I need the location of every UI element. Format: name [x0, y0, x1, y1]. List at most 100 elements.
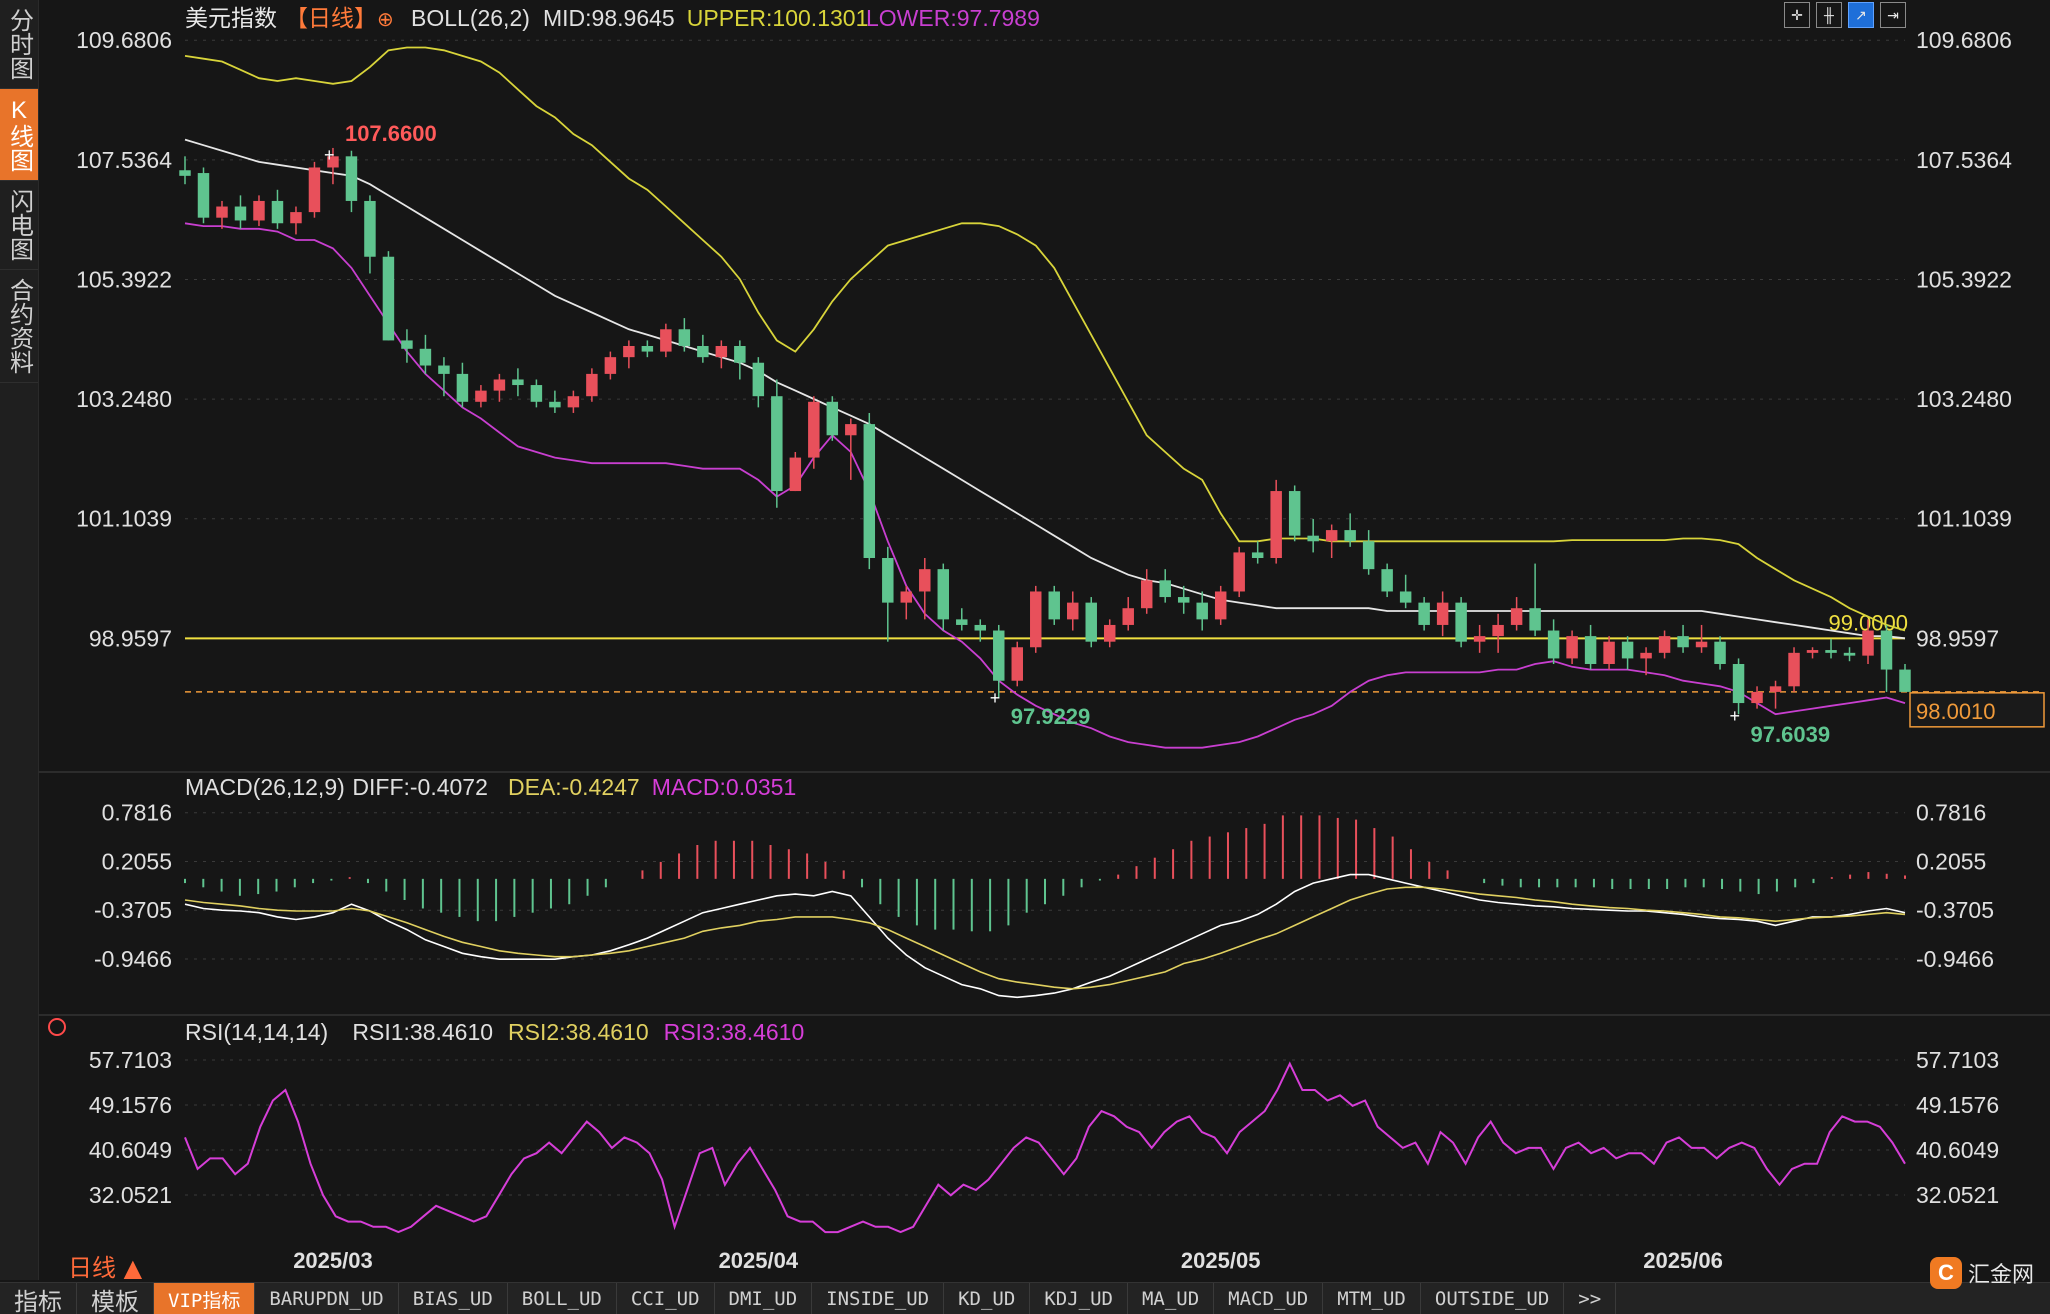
candle-body — [1788, 652, 1800, 687]
candle-body — [197, 173, 210, 218]
candle-body — [1603, 641, 1615, 664]
extreme-label: 97.6039 — [1751, 722, 1831, 747]
period-tag: 【日线】 — [285, 6, 377, 32]
y-tick-label-right: -0.9466 — [1916, 946, 1994, 972]
legend-entry: DIFF:-0.4072 — [352, 774, 488, 800]
candle-body — [1825, 650, 1837, 653]
candle-body — [1529, 608, 1541, 631]
indicator-tab-9[interactable]: KD_UD — [944, 1283, 1031, 1314]
candle-body — [456, 373, 469, 402]
rsi-line — [184, 1061, 1906, 1234]
candle-body — [290, 212, 302, 224]
indicator-marker-icon — [48, 1018, 66, 1036]
extreme-label: 107.6600 — [345, 121, 437, 146]
candle-body — [1067, 602, 1079, 620]
indicator-tab-1[interactable]: 模板 — [77, 1283, 154, 1314]
candle-body — [1862, 630, 1874, 656]
extreme-label: 97.9229 — [1011, 704, 1091, 729]
logo-mark-icon: C — [1930, 1257, 1962, 1289]
indicator-tab-13[interactable]: MTM_UD — [1323, 1283, 1421, 1314]
indicator-tab-8[interactable]: INSIDE_UD — [812, 1283, 945, 1314]
candle-body — [549, 401, 561, 408]
candle-body — [401, 340, 413, 349]
chart-canvas: 109.6806 109.6806 107.5364 107.5364 105.3922… — [38, 5, 2050, 1273]
candle-body — [1640, 652, 1652, 659]
candle-body — [493, 379, 506, 391]
y-tick-label-right: 105.3922 — [1916, 266, 2012, 292]
y-tick-label-left: 98.9597 — [89, 625, 172, 651]
candle-body — [438, 365, 450, 374]
candle-body — [1233, 552, 1245, 592]
current-price-label: 98.0010 — [1916, 699, 1996, 724]
indicator-tab-5[interactable]: BOLL_UD — [508, 1283, 617, 1314]
candle-body — [512, 379, 524, 386]
candle-body — [623, 346, 635, 358]
candle-body — [179, 170, 191, 176]
extreme-marker-icon: + — [324, 145, 335, 165]
legend-entry: RSI1:38.4610 — [352, 1019, 493, 1045]
instrument-name: 美元指数 — [185, 6, 277, 32]
candle-body — [1030, 591, 1042, 648]
candle-body — [1584, 636, 1597, 664]
candle-body — [900, 591, 913, 603]
candle-body — [1399, 591, 1412, 603]
extreme-marker-icon: + — [1730, 706, 1741, 726]
candle-body — [678, 329, 691, 346]
y-tick-label-right: 107.5364 — [1916, 147, 2012, 173]
extreme-marker-icon: + — [990, 688, 1001, 708]
boll-lower-line — [184, 222, 1906, 749]
candle-body — [234, 206, 247, 221]
candle-body — [734, 346, 746, 363]
candle-body — [1344, 530, 1356, 542]
indicator-tab-14[interactable]: OUTSIDE_UD — [1421, 1283, 1565, 1314]
y-tick-label-right: 49.1576 — [1916, 1092, 1999, 1118]
indicator-tab-6[interactable]: CCI_UD — [617, 1283, 715, 1314]
candle-body — [604, 357, 617, 374]
candle-body — [1899, 669, 1911, 692]
candle-body — [1381, 569, 1393, 592]
candle-body — [586, 373, 598, 397]
indicator-tab-4[interactable]: BIAS_UD — [399, 1283, 508, 1314]
period-label[interactable]: 日线 ▲ — [68, 1248, 142, 1283]
candle-body — [1455, 602, 1467, 642]
candle-body — [919, 569, 931, 592]
legend-entry: LOWER:97.7989 — [866, 5, 1040, 31]
indicator-tab-15[interactable]: >> — [1564, 1283, 1617, 1314]
y-tick-label-left: 49.1576 — [89, 1092, 172, 1118]
indicator-tab-3[interactable]: BARUPDN_UD — [255, 1283, 399, 1314]
indicator-tab-12[interactable]: MACD_UD — [1214, 1283, 1324, 1314]
candle-body — [641, 346, 654, 352]
candle-body — [567, 396, 580, 408]
candle-body — [1325, 530, 1338, 542]
candle-body — [1566, 636, 1578, 659]
y-tick-label-left: 101.1039 — [76, 506, 172, 532]
y-tick-label-left: -0.9466 — [94, 946, 172, 972]
candle-body — [1307, 535, 1319, 542]
legend-entry: RSI2:38.4610 — [508, 1019, 649, 1045]
indicator-tab-7[interactable]: DMI_UD — [715, 1283, 813, 1314]
candle-body — [419, 348, 432, 366]
candle-body — [1048, 591, 1060, 620]
candle-body — [993, 630, 1005, 681]
y-tick-label-left: 32.0521 — [89, 1182, 172, 1208]
x-tick-label: 2025/03 — [293, 1248, 373, 1273]
candle-body — [1492, 624, 1504, 637]
candle-body — [1177, 597, 1190, 603]
y-tick-label-right: 40.6049 — [1916, 1137, 1999, 1163]
indicator-tab-0[interactable]: 指标 — [0, 1283, 77, 1314]
candle-body — [1621, 641, 1634, 659]
indicator-tab-10[interactable]: KDJ_UD — [1030, 1283, 1128, 1314]
candle-body — [253, 200, 265, 221]
candle-body — [1547, 630, 1560, 659]
y-tick-label-right: 0.7816 — [1916, 800, 1986, 826]
logo-text: 汇金网 — [1968, 1263, 2035, 1288]
y-tick-label-left: 0.7816 — [102, 800, 172, 826]
indicator-tab-2[interactable]: VIP指标 — [154, 1283, 256, 1314]
indicator-tab-11[interactable]: MA_UD — [1128, 1283, 1215, 1314]
legend-entry: RSI(14,14,14) — [185, 1019, 328, 1045]
candle-body — [1473, 636, 1486, 642]
candle-body — [308, 167, 321, 213]
candle-body — [1714, 641, 1726, 664]
candle-body — [271, 200, 284, 224]
candle-body — [475, 390, 487, 402]
